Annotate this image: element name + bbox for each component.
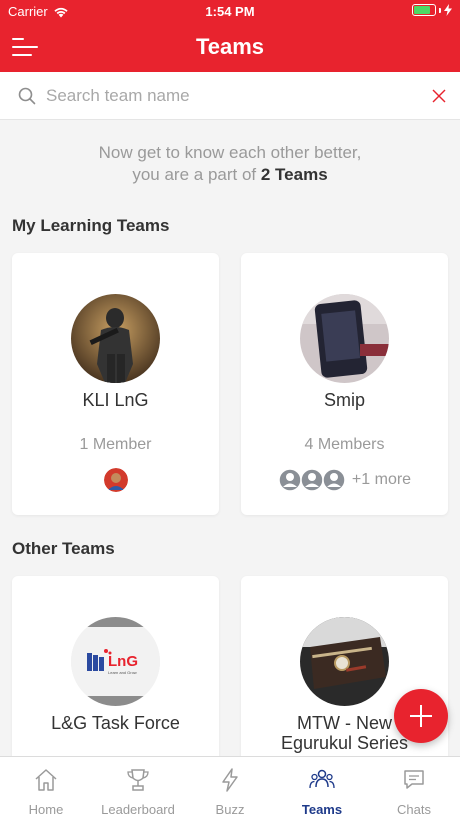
- intro-line-2: you are a part of 2 Teams: [0, 164, 460, 186]
- more-members: +1 more: [351, 471, 412, 488]
- intro-prefix: you are a part of: [132, 165, 261, 184]
- tab-label: Home: [28, 802, 64, 817]
- team-avatar: [71, 294, 160, 383]
- intro-message: Now get to know each other better, you a…: [0, 142, 460, 186]
- my-teams-heading: My Learning Teams: [12, 216, 170, 235]
- tab-label: Teams: [301, 802, 343, 817]
- team-avatar: [300, 617, 389, 706]
- member-count: 4 Members: [304, 436, 385, 453]
- intro-line-1: Now get to know each other better,: [98, 143, 362, 162]
- clear-search-icon[interactable]: [432, 89, 446, 103]
- member-avatars: +1 more: [241, 468, 448, 492]
- add-team-button[interactable]: [394, 689, 448, 743]
- tab-chats[interactable]: Chats: [368, 757, 460, 818]
- charging-icon: [444, 4, 452, 16]
- member-avatar: [103, 468, 128, 492]
- home-icon: [35, 769, 57, 791]
- status-time: 1:54 PM: [205, 4, 255, 19]
- tab-teams[interactable]: Teams: [276, 757, 368, 818]
- battery-indicator: [412, 4, 452, 16]
- logo-subtext: Learn and Grow: [108, 670, 137, 675]
- tab-bar: Home Leaderboard Buzz Teams Chats: [0, 756, 460, 818]
- search-bar: [0, 72, 460, 120]
- tab-label: Chats: [397, 802, 431, 817]
- people-icon: [309, 769, 335, 789]
- logo-text: LnG: [108, 653, 138, 670]
- chat-icon: [404, 770, 424, 789]
- member-avatar-icon: [278, 468, 346, 492]
- tab-leaderboard[interactable]: Leaderboard: [92, 757, 184, 818]
- team-avatar: LnG Learn and Grow: [71, 617, 160, 706]
- navigation-bar: Teams: [0, 22, 460, 72]
- team-card-smip[interactable]: Smip 4 Members +1 more: [241, 253, 448, 515]
- trophy-icon: [127, 769, 149, 791]
- team-card-kli-lng[interactable]: KLI LnG 1 Member: [12, 253, 219, 515]
- team-count: 2 Teams: [260, 165, 328, 184]
- team-avatar: [300, 294, 389, 383]
- team-name: L&G Task Force: [51, 713, 180, 733]
- status-bar: Carrier 1:54 PM: [0, 0, 460, 22]
- member-avatars: [12, 468, 219, 492]
- page-title: Teams: [195, 34, 265, 59]
- search-icon: [18, 87, 36, 105]
- tab-buzz[interactable]: Buzz: [184, 757, 276, 818]
- tab-label: Buzz: [215, 802, 245, 817]
- tab-label: Leaderboard: [101, 802, 175, 817]
- team-name: KLI LnG: [82, 390, 149, 410]
- tab-home[interactable]: Home: [0, 757, 92, 818]
- other-teams-heading: Other Teams: [12, 539, 115, 558]
- battery-icon: [412, 4, 436, 16]
- plus-icon: [410, 705, 432, 727]
- lightning-icon: [222, 768, 238, 792]
- team-name: Smip: [323, 390, 365, 410]
- search-input[interactable]: [46, 82, 416, 110]
- member-count: 1 Member: [79, 436, 152, 453]
